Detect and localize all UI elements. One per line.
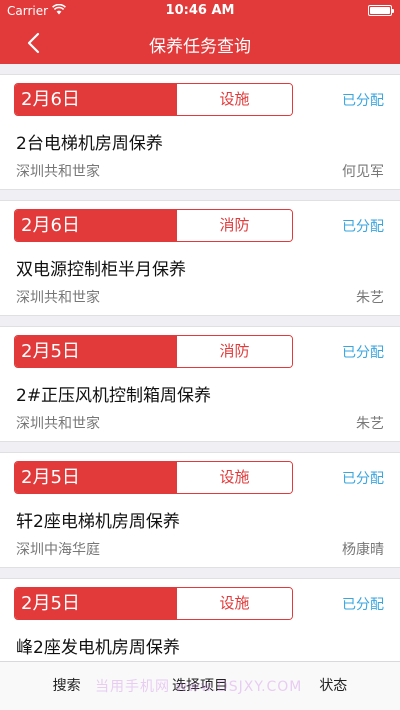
task-project: 深圳中海华庭: [16, 542, 100, 558]
task-date: 2月6日: [15, 84, 177, 115]
task-card[interactable]: 2月6日 消防 已分配 双电源控制柜半月保养 深圳共和世家 朱艺: [0, 200, 400, 316]
task-card[interactable]: 2月5日 消防 已分配 2#正压风机控制箱周保养 深圳共和世家 朱艺: [0, 326, 400, 442]
status-bar: Carrier 10:46 AM: [0, 0, 400, 22]
task-date: 2月5日: [15, 588, 177, 619]
task-date-box: 2月5日 设施: [14, 587, 293, 620]
task-card[interactable]: 2月5日 设施 已分配 峰2座发电机房周保养: [0, 578, 400, 661]
battery-icon: [368, 5, 394, 16]
task-project: 深圳共和世家: [16, 164, 100, 180]
task-list: 2月6日 设施 已分配 2台电梯机房周保养 深圳共和世家 何见军 2月6日 消防…: [0, 64, 400, 661]
task-name: 双电源控制柜半月保养: [16, 260, 186, 280]
task-person: 杨康晴: [342, 542, 384, 558]
task-person: 朱艺: [356, 290, 384, 306]
task-category: 消防: [177, 336, 292, 367]
task-name: 峰2座发电机房周保养: [16, 638, 180, 658]
task-date: 2月6日: [15, 210, 177, 241]
search-button[interactable]: 搜索: [0, 662, 133, 710]
task-person: 何见军: [342, 164, 384, 180]
task-category: 设施: [177, 84, 292, 115]
task-date-box: 2月6日 设施: [14, 83, 293, 116]
clock: 10:46 AM: [165, 3, 235, 18]
task-status: 已分配: [342, 471, 384, 487]
page-title: 保养任务查询: [149, 37, 251, 57]
task-category: 设施: [177, 588, 292, 619]
task-status: 已分配: [342, 345, 384, 361]
nav-bar: 保养任务查询: [0, 22, 400, 64]
task-person: 朱艺: [356, 416, 384, 432]
task-category: 消防: [177, 210, 292, 241]
task-name: 轩2座电梯机房周保养: [16, 512, 180, 532]
bottom-toolbar: 搜索 选择项目 状态 当用手机网 www.DSJXY.COM: [0, 661, 400, 710]
task-category: 设施: [177, 462, 292, 493]
task-date: 2月5日: [15, 462, 177, 493]
task-project: 深圳共和世家: [16, 416, 100, 432]
task-date-box: 2月5日 设施: [14, 461, 293, 494]
task-date: 2月5日: [15, 336, 177, 367]
task-date-box: 2月6日 消防: [14, 209, 293, 242]
task-status: 已分配: [342, 219, 384, 235]
task-status: 已分配: [342, 597, 384, 613]
status-filter-button[interactable]: 状态: [267, 662, 400, 710]
task-name: 2#正压风机控制箱周保养: [16, 386, 212, 406]
task-card[interactable]: 2月6日 设施 已分配 2台电梯机房周保养 深圳共和世家 何见军: [0, 74, 400, 190]
task-date-box: 2月5日 消防: [14, 335, 293, 368]
task-project: 深圳共和世家: [16, 290, 100, 306]
select-project-button[interactable]: 选择项目: [133, 662, 266, 710]
task-card[interactable]: 2月5日 设施 已分配 轩2座电梯机房周保养 深圳中海华庭 杨康晴: [0, 452, 400, 568]
task-status: 已分配: [342, 93, 384, 109]
task-name: 2台电梯机房周保养: [16, 134, 163, 154]
